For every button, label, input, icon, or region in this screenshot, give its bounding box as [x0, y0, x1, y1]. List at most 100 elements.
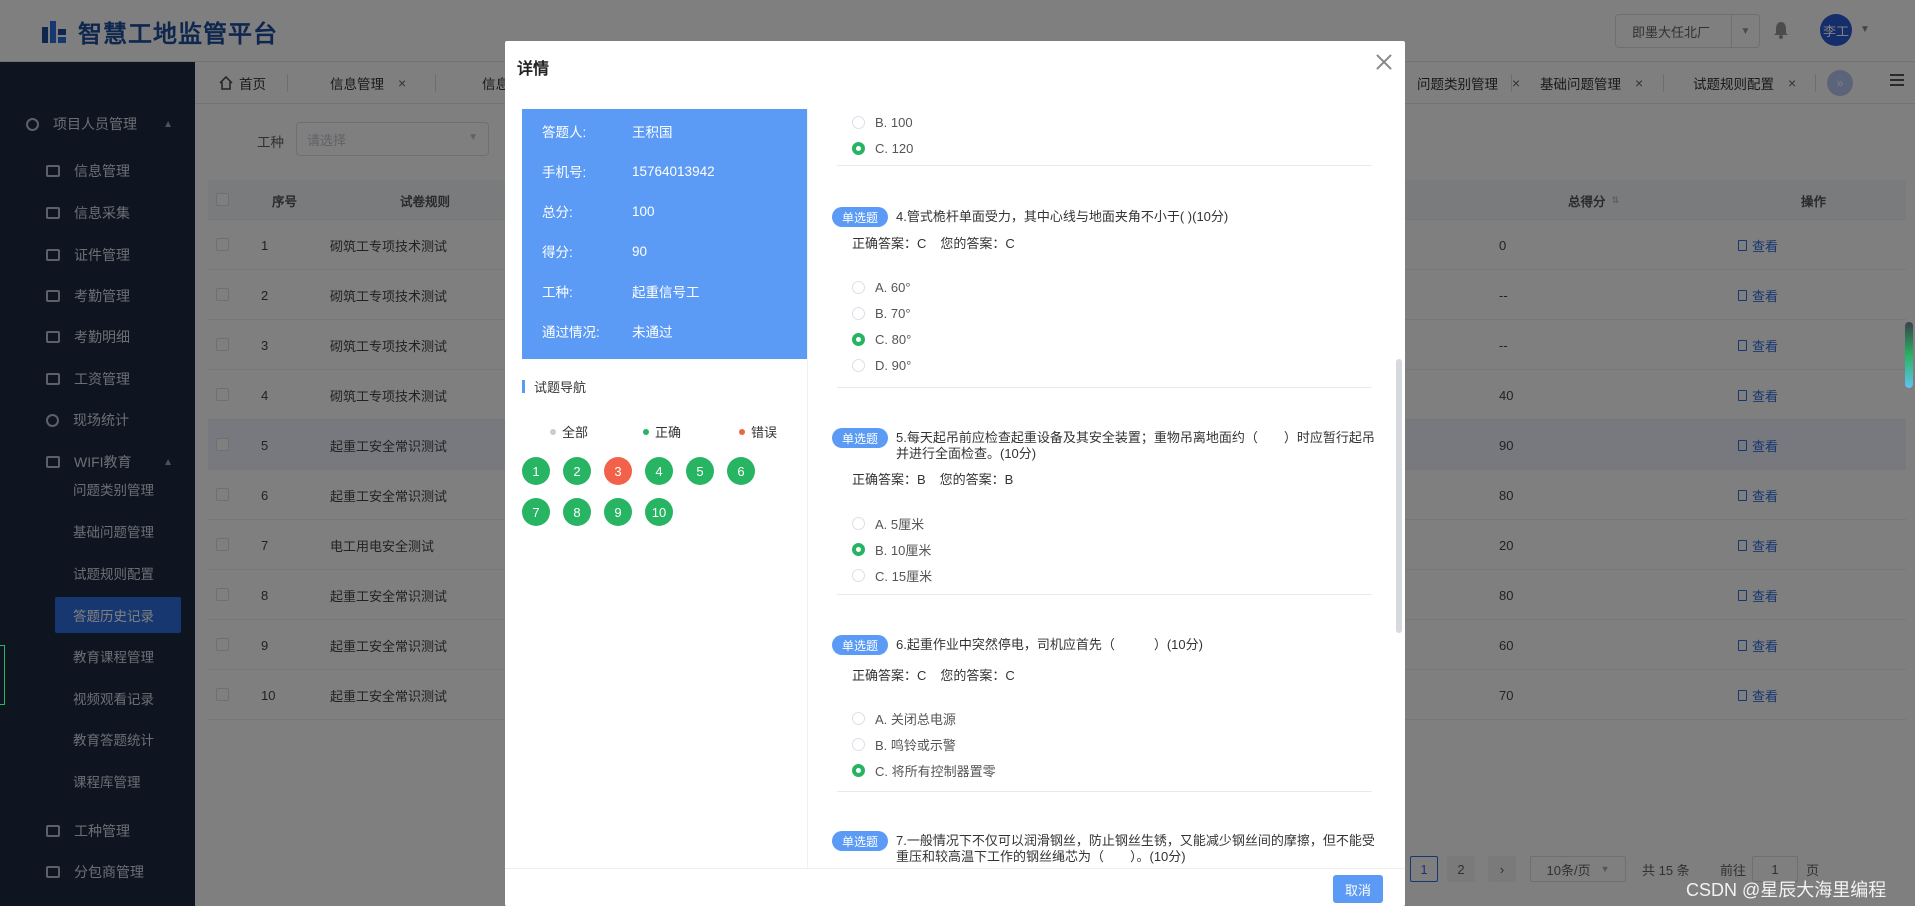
- option-q6-b[interactable]: B. 鸣铃或示警: [852, 735, 956, 753]
- filter-wrong[interactable]: 错误: [739, 422, 777, 441]
- option-label: A. 60°: [875, 279, 911, 295]
- radio-checked-icon: [852, 763, 865, 777]
- option-label: B. 鸣铃或示警: [875, 737, 956, 753]
- question-nav-title: 试题导航: [522, 377, 586, 395]
- watermark: CSDN @星辰大海里编程: [1686, 880, 1887, 900]
- radio-icon: [852, 711, 865, 725]
- option-label: A. 关闭总电源: [875, 711, 956, 727]
- question-type-tag: 单选题: [832, 831, 888, 851]
- option-label: B. 10厘米: [875, 542, 932, 558]
- option-q5-a[interactable]: A. 5厘米: [852, 514, 924, 532]
- question-nav-item[interactable]: 2: [563, 457, 591, 485]
- filter-correct[interactable]: 正确: [643, 422, 681, 441]
- divider: [837, 165, 1372, 166]
- scrollbar-thumb[interactable]: [1396, 359, 1402, 633]
- info-row-total: 总分: 100: [542, 201, 655, 221]
- question-text: 7.一般情况下不仅可以润滑钢丝，防止钢丝生锈，又能减少钢丝间的摩擦，但不能受重压…: [896, 833, 1375, 864]
- question-type-tag: 单选题: [832, 428, 888, 448]
- divider: [837, 791, 1372, 792]
- option-q4-a[interactable]: A. 60°: [852, 278, 911, 296]
- question-nav-item[interactable]: 4: [645, 457, 673, 485]
- option-label: B. 70°: [875, 305, 911, 321]
- question-text: 5.每天起吊前应检查起重设备及其安全装置；重物吊离地面约（ ）时应暂行起吊并进行…: [896, 430, 1375, 461]
- cancel-button[interactable]: 取消: [1333, 875, 1383, 903]
- question-nav-item[interactable]: 8: [563, 498, 591, 526]
- option-label: D. 90°: [875, 357, 912, 373]
- legend-label: 错误: [751, 425, 778, 440]
- question-nav-title-text: 试题导航: [534, 379, 587, 395]
- modal-footer: [505, 868, 1405, 906]
- correct-answer: 正确答案：C: [852, 235, 927, 251]
- info-value: 90: [632, 243, 648, 259]
- filter-all[interactable]: 全部: [550, 422, 588, 441]
- option-prev-c[interactable]: C. 120: [852, 139, 913, 157]
- radio-checked-icon: [852, 542, 865, 556]
- my-answer: 您的答案：B: [939, 471, 1014, 487]
- question-nav-item[interactable]: 6: [727, 457, 755, 485]
- info-key: 总分:: [542, 205, 573, 220]
- radio-icon: [852, 306, 865, 320]
- dot-icon: [550, 428, 556, 435]
- option-label: C. 80°: [875, 331, 912, 347]
- modal-title: 详情: [517, 61, 550, 78]
- option-q4-c[interactable]: C. 80°: [852, 330, 911, 348]
- info-value: 100: [632, 203, 655, 219]
- option-label: C. 120: [875, 140, 914, 156]
- my-answer: 您的答案：C: [940, 667, 1015, 683]
- option-q4-d[interactable]: D. 90°: [852, 356, 911, 374]
- title-accent-bar: [522, 379, 525, 393]
- info-value: 15764013942: [632, 163, 715, 179]
- question-nav-item[interactable]: 5: [686, 457, 714, 485]
- radio-icon: [852, 280, 865, 294]
- radio-icon: [852, 358, 865, 372]
- close-icon[interactable]: [1375, 53, 1393, 71]
- question-text: 4.管式桅杆单面受力，其中心线与地面夹角不小于( )(10分): [896, 209, 1229, 224]
- info-value: 未通过: [632, 325, 673, 340]
- legend-label: 全部: [562, 425, 589, 440]
- answer-line: 正确答案：C 您的答案：C: [852, 233, 1015, 251]
- question-nav-item[interactable]: 9: [604, 498, 632, 526]
- info-row-pass: 通过情况: 未通过: [542, 321, 673, 341]
- question-nav-item[interactable]: 10: [645, 498, 673, 526]
- correct-answer: 正确答案：C: [852, 667, 927, 683]
- option-q5-c[interactable]: C. 15厘米: [852, 566, 932, 584]
- option-q6-a[interactable]: A. 关闭总电源: [852, 709, 956, 727]
- option-label: B. 100: [875, 114, 913, 130]
- info-row-trade: 工种: 起重信号工: [542, 281, 700, 301]
- info-row-score: 得分: 90: [542, 241, 647, 261]
- correct-answer: 正确答案：B: [852, 471, 926, 487]
- my-answer: 您的答案：C: [940, 235, 1015, 251]
- volume-indicator: [1905, 322, 1913, 388]
- app-root: 智慧工地监管平台 即墨大任北厂 ▼ 李工 ▼ 项目人员管理 ▲ 信息管理 信息采…: [0, 0, 1915, 906]
- question-type-tag: 单选题: [832, 207, 888, 227]
- question-list: B. 100 C. 120 单选题 4.管式桅杆单面受力，其中心线与地面夹角不小…: [827, 109, 1377, 906]
- info-row-answerer: 答题人: 王积国: [542, 121, 673, 141]
- divider: [837, 594, 1372, 595]
- modal-scrollbar[interactable]: [1396, 113, 1402, 903]
- radio-icon: [852, 737, 865, 751]
- detail-modal: 详情 答题人: 王积国 手机号: 15764013942 总分: 100 得分: 90 …: [505, 41, 1405, 906]
- question-nav-item[interactable]: 1: [522, 457, 550, 485]
- radio-icon: [852, 516, 865, 530]
- question-nav-item[interactable]: 7: [522, 498, 550, 526]
- info-key: 工种:: [542, 285, 573, 300]
- side-indicator: [0, 645, 5, 705]
- divider: [837, 387, 1372, 388]
- option-q4-b[interactable]: B. 70°: [852, 304, 911, 322]
- radio-checked-icon: [852, 141, 865, 155]
- option-q6-c[interactable]: C. 将所有控制器置零: [852, 761, 996, 779]
- answer-line: 正确答案：C 您的答案：C: [852, 665, 1015, 683]
- radio-icon: [852, 568, 865, 582]
- option-label: C. 将所有控制器置零: [875, 763, 996, 779]
- info-key: 手机号:: [542, 165, 587, 180]
- option-label: C. 15厘米: [875, 568, 933, 584]
- option-q5-b[interactable]: B. 10厘米: [852, 540, 931, 558]
- info-key: 通过情况:: [542, 325, 600, 340]
- option-prev-b[interactable]: B. 100: [852, 113, 913, 131]
- legend-label: 正确: [655, 425, 682, 440]
- panel-divider: [807, 109, 808, 906]
- radio-icon: [852, 115, 865, 129]
- answerer-info-card: 答题人: 王积国 手机号: 15764013942 总分: 100 得分: 90 工种:…: [522, 109, 807, 359]
- question-nav-item[interactable]: 3: [604, 457, 632, 485]
- dot-icon: [739, 428, 745, 435]
